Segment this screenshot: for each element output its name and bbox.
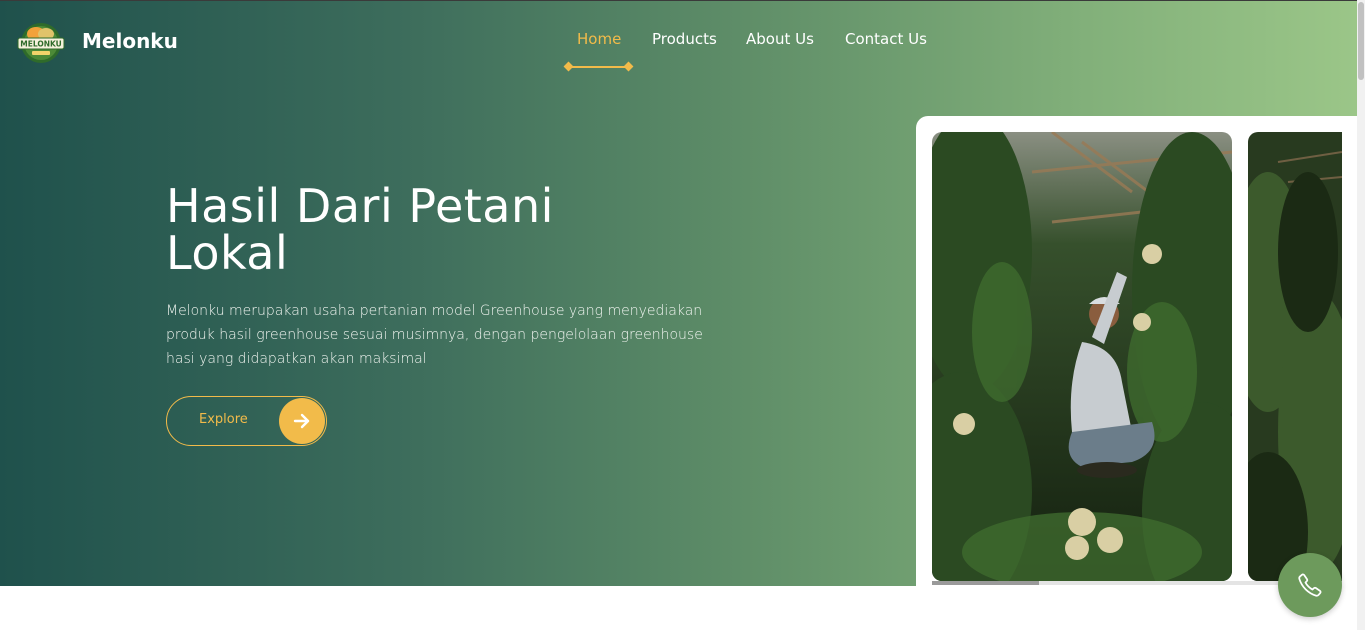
hero-title: Hasil Dari Petani Lokal [166, 179, 554, 280]
nav-contact-us[interactable]: Contact Us [845, 30, 927, 48]
hero-description: Melonku merupakan usaha pertanian model … [166, 303, 703, 367]
farmer-in-greenhouse-photo[interactable] [932, 132, 1232, 581]
explore-button[interactable]: Explore [166, 396, 327, 446]
active-nav-indicator [563, 61, 634, 72]
brand-name[interactable]: Melonku [82, 29, 178, 53]
explore-label: Explore [199, 412, 248, 427]
phone-call-button[interactable] [1278, 553, 1342, 617]
nav-about-us[interactable]: About Us [746, 30, 814, 48]
melonku-logo[interactable]: MELONKU [16, 21, 66, 65]
svg-text:MELONKU: MELONKU [20, 40, 62, 49]
page-scrollbar[interactable] [1357, 0, 1365, 630]
nav-home[interactable]: Home [577, 30, 621, 48]
carousel-progress-fill [932, 581, 1039, 585]
image-carousel[interactable] [916, 116, 1357, 596]
scrollbar-thumb[interactable] [1358, 2, 1364, 80]
phone-icon [1298, 573, 1322, 597]
greenhouse-vines-photo[interactable] [1248, 132, 1342, 581]
arrow-right-icon [279, 398, 325, 444]
nav-products[interactable]: Products [652, 30, 717, 48]
